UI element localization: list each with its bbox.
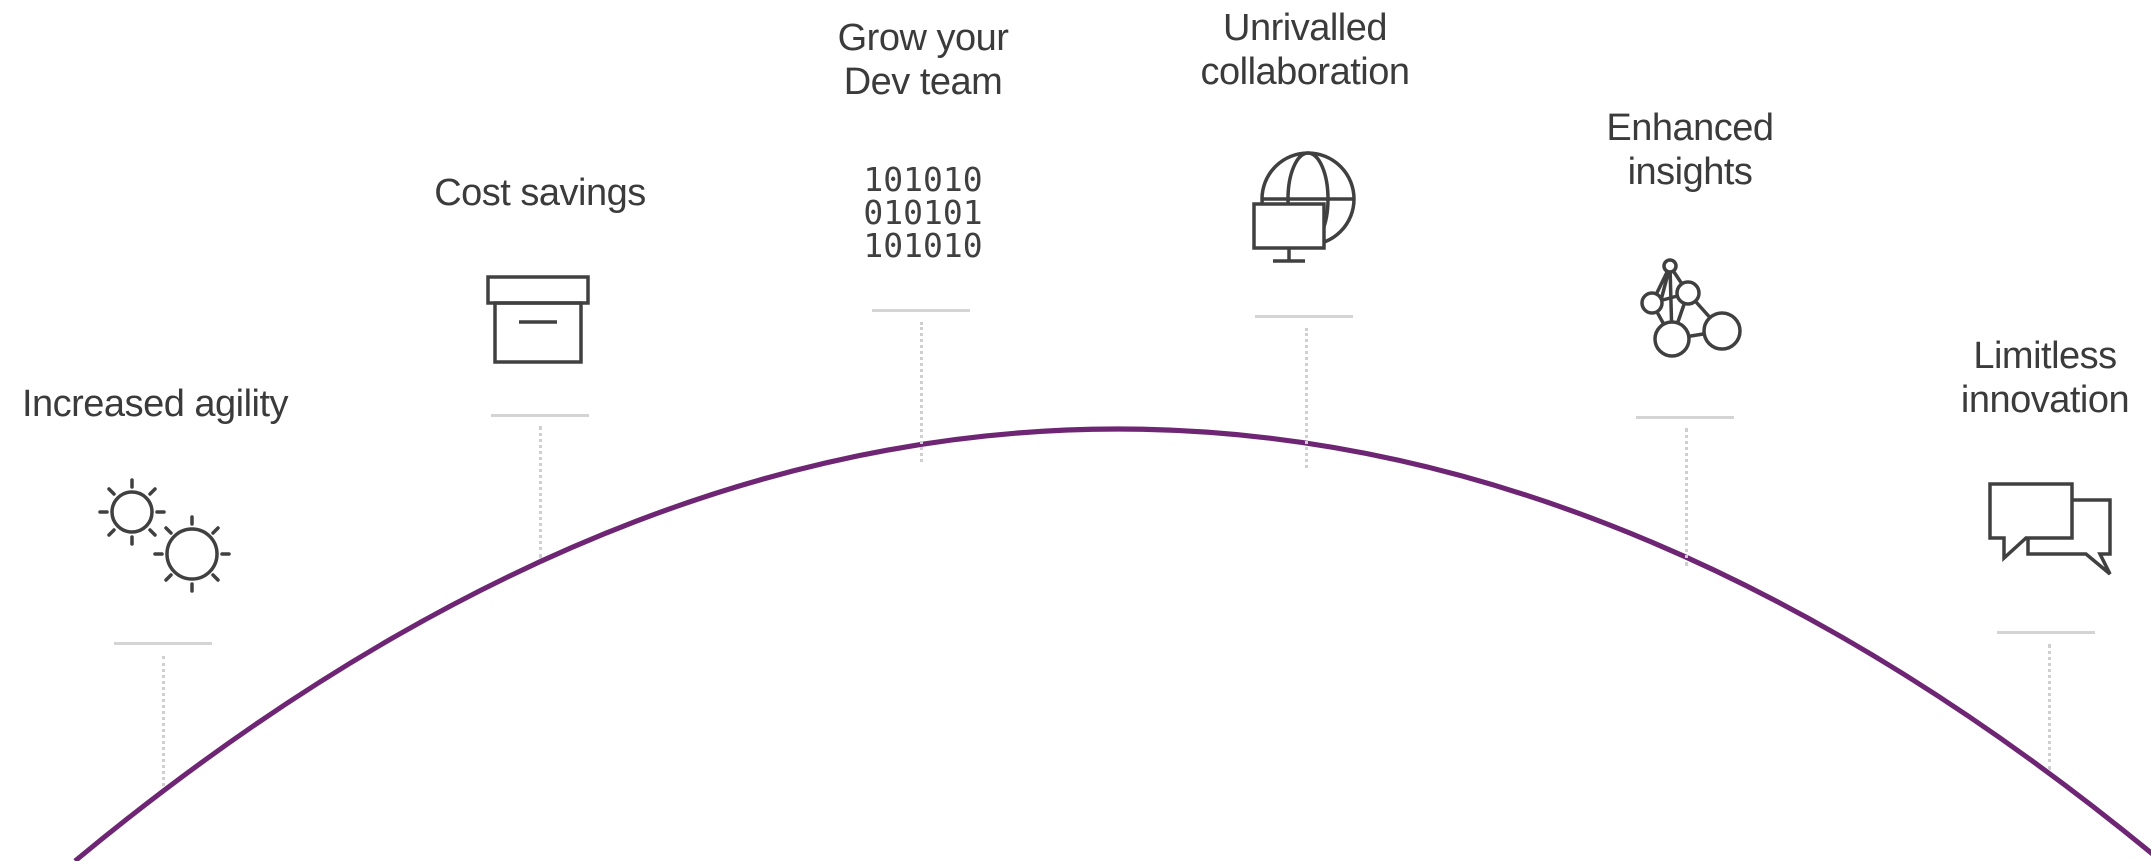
benefit-label-line: Grow your <box>837 17 1009 59</box>
archive-box-icon <box>486 275 590 364</box>
benefit-label-line: insights <box>1627 151 1753 193</box>
binary-row: 101010 <box>863 226 982 263</box>
benefit-label-line: Unrivalled <box>1223 7 1387 49</box>
benefit-label-innovation: Limitless innovation <box>1900 334 2151 422</box>
benefit-label-line: Dev team <box>843 61 1003 103</box>
connector-cap <box>1636 416 1734 419</box>
connector-stem <box>162 656 165 786</box>
benefit-label-line: Increased agility <box>21 383 289 425</box>
benefit-label-collaboration: Unrivalled collaboration <box>1155 6 1455 94</box>
globe-monitor-icon <box>1252 151 1356 263</box>
network-nodes-icon <box>1640 258 1742 358</box>
connector-cap <box>1997 631 2095 634</box>
binary-code-icon: 101010 010101 101010 <box>863 160 982 263</box>
benefits-diagram: Increased agility Cost savings Grow your… <box>0 0 2151 861</box>
connector-cap <box>872 309 970 312</box>
connector-stem <box>1305 328 1308 468</box>
benefit-label-dev-team: Grow your Dev team <box>773 16 1073 104</box>
chat-bubbles-icon <box>1988 482 2112 576</box>
gears-icon <box>98 478 231 593</box>
connector-cap <box>491 414 589 417</box>
connector-stem <box>2048 644 2051 770</box>
benefit-label-cost: Cost savings <box>390 171 690 215</box>
connector-cap <box>114 642 212 645</box>
benefit-label-line: collaboration <box>1200 51 1410 93</box>
connector-stem <box>539 426 542 558</box>
connector-stem <box>1685 428 1688 566</box>
connector-cap <box>1255 315 1353 318</box>
benefit-label-agility: Increased agility <box>0 382 310 426</box>
benefit-label-insights: Enhanced insights <box>1540 106 1840 194</box>
benefit-label-line: Cost savings <box>434 172 646 214</box>
benefit-label-line: innovation <box>1960 379 2130 421</box>
connector-stem <box>920 322 923 462</box>
benefit-label-line: Limitless <box>1973 335 2117 377</box>
benefit-label-line: Enhanced <box>1606 107 1774 149</box>
